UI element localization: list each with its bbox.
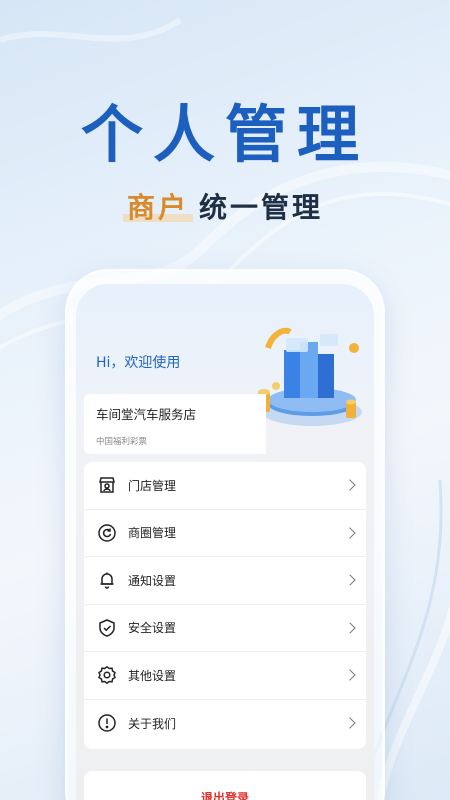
chevron-right-icon [344,527,356,539]
chevron-right-icon [344,717,356,729]
store-tag: 中国福利彩票 [96,437,148,447]
hero-subtitle-rest: 统一管理 [199,191,324,224]
menu-label: 其他设置 [128,668,177,683]
menu-item-store-management[interactable]: 门店管理 [84,462,366,510]
menu-label: 关于我们 [128,716,177,731]
hero-subtitle-accent: 商户 [126,191,189,224]
store-icon [96,474,118,496]
building-illustration-icon [258,327,362,426]
settings-menu: 门店管理 商圈管理 通知设置 安全设置 其他设置 关于我们 [84,462,366,749]
chevron-right-icon [344,669,356,681]
bell-icon [96,569,118,591]
store-name: 车间堂汽车服务店 [96,407,197,422]
greeting-text: Hi，欢迎使用 [96,355,181,371]
chevron-right-icon [344,479,356,491]
menu-item-about-us[interactable]: 关于我们 [84,700,366,748]
menu-item-security-settings[interactable]: 安全设置 [84,605,366,652]
phone-screen: Hi，欢迎使用 车间堂汽车服务店 中国福利彩票 门店管理 商圈管理 通知设置 安… [76,284,374,800]
menu-label: 通知设置 [128,573,177,588]
circle-refresh-icon [96,522,118,544]
menu-label: 商圈管理 [128,526,177,541]
menu-item-other-settings[interactable]: 其他设置 [84,652,366,700]
info-icon [96,712,118,734]
menu-item-notification-settings[interactable]: 通知设置 [84,557,366,605]
chevron-right-icon [344,574,356,586]
menu-label: 门店管理 [128,478,177,493]
chevron-right-icon [344,622,356,634]
hero-subtitle: 商户 统一管理 [0,186,450,226]
menu-item-business-circle[interactable]: 商圈管理 [84,510,366,557]
shield-check-icon [96,617,118,639]
menu-label: 安全设置 [128,621,177,636]
store-card[interactable]: 车间堂汽车服务店 中国福利彩票 [84,394,266,454]
hero-title: 个人管理 [80,98,369,171]
logout-button[interactable]: 退出登录 [84,771,366,800]
gear-icon [96,664,118,686]
